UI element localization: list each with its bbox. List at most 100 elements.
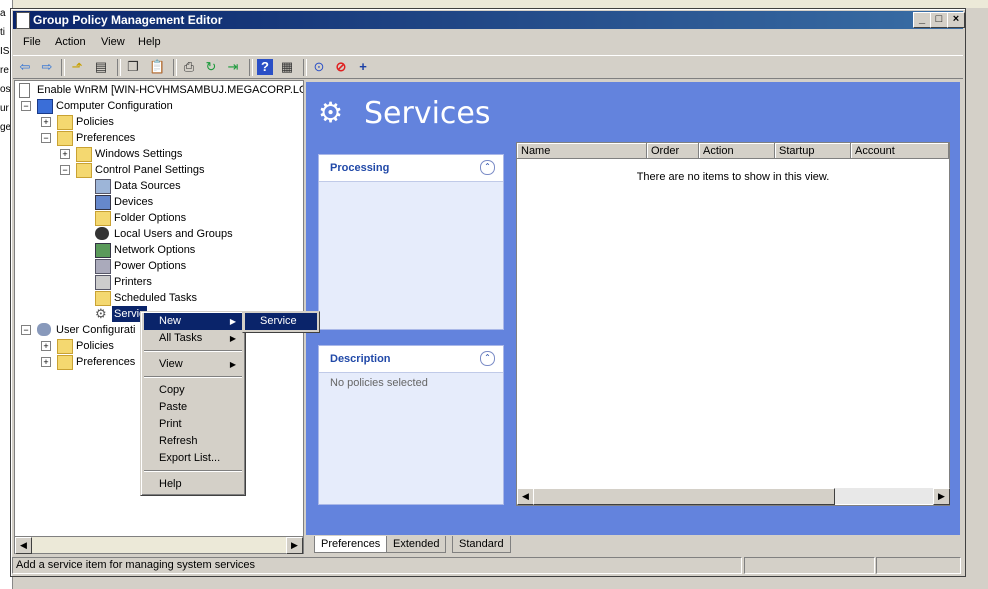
refresh-icon[interactable]: ↻ <box>203 59 219 75</box>
tree-label: Network Options <box>114 244 196 256</box>
tree-label: Printers <box>114 276 152 288</box>
help-icon[interactable]: ? <box>257 59 273 75</box>
export-icon[interactable]: ⇥ <box>225 59 241 75</box>
column-header-startup[interactable]: Startup <box>775 143 851 159</box>
menu-separator <box>144 376 242 378</box>
collapse-icon[interactable]: − <box>21 325 31 335</box>
print-icon[interactable]: ⎙ <box>181 59 197 75</box>
column-header-name[interactable]: Name <box>517 143 647 159</box>
back-icon[interactable]: ⇦ <box>17 59 33 75</box>
minimize-button[interactable]: _ <box>913 12 931 28</box>
menu-item-paste[interactable]: Paste <box>144 399 242 416</box>
menu-action[interactable]: Action <box>55 36 86 48</box>
collapse-icon[interactable]: − <box>21 101 31 111</box>
folder-icon <box>57 339 73 354</box>
computer-icon <box>37 99 53 114</box>
submenu-arrow-icon: ▶ <box>229 317 236 326</box>
gears-icon: ⚙ <box>95 306 107 321</box>
menu-item-copy[interactable]: Copy <box>144 382 242 399</box>
scroll-right-icon[interactable]: ▶ <box>933 488 950 505</box>
power-icon <box>95 259 111 274</box>
list-horizontal-scrollbar[interactable]: ◀ ▶ <box>517 488 950 505</box>
app-icon <box>16 12 30 29</box>
scroll-right-icon[interactable]: ▶ <box>286 537 303 554</box>
menu-view[interactable]: View <box>101 36 125 48</box>
expand-icon[interactable]: + <box>60 149 70 159</box>
menu-bar: File Action View Help <box>13 33 963 51</box>
collapse-icon[interactable]: − <box>41 133 51 143</box>
status-bar: Add a service item for managing system s… <box>10 556 964 574</box>
menu-item-print[interactable]: Print <box>144 416 242 433</box>
reset-icon[interactable]: ⊙ <box>311 59 327 75</box>
menu-item-service[interactable]: Service <box>245 313 317 330</box>
menu-item-new[interactable]: New ▶ <box>144 313 242 330</box>
expand-icon[interactable]: + <box>41 357 51 367</box>
view-tabs: Preferences Extended Standard <box>306 536 960 554</box>
tree-root-label: Enable WnRM [WIN-HCVHMSAMBUJ.MEGACORP.LO… <box>37 84 304 96</box>
show-hide-tree-icon[interactable]: ▤ <box>93 59 109 75</box>
column-header-account[interactable]: Account <box>851 143 949 159</box>
user-icon <box>37 323 51 336</box>
status-text: Add a service item for managing system s… <box>12 557 742 574</box>
menu-item-export-list[interactable]: Export List... <box>144 450 242 467</box>
window-title: Group Policy Management Editor <box>33 13 223 27</box>
add-icon[interactable]: + <box>355 59 371 75</box>
menu-help[interactable]: Help <box>138 36 161 48</box>
forward-icon[interactable]: ⇨ <box>39 59 55 75</box>
expand-icon[interactable]: + <box>41 341 51 351</box>
scroll-thumb[interactable] <box>533 488 835 505</box>
copy-icon[interactable]: ❐ <box>125 59 141 75</box>
close-button[interactable]: × <box>947 12 965 28</box>
expand-icon[interactable]: + <box>41 117 51 127</box>
properties-icon[interactable]: ▦ <box>279 59 295 75</box>
toolbar-separator <box>249 59 253 76</box>
menu-item-refresh[interactable]: Refresh <box>144 433 242 450</box>
processing-heading: Processing <box>330 162 390 174</box>
new-submenu: Service <box>242 311 320 333</box>
desktop-background <box>12 0 988 8</box>
tab-preferences[interactable]: Preferences <box>314 536 388 553</box>
menu-item-label: Export List... <box>159 452 221 464</box>
folder-icon <box>57 115 73 130</box>
scheduled-tasks-icon <box>95 291 111 306</box>
title-bar[interactable]: Group Policy Management Editor _ □ × <box>13 11 965 29</box>
stop-icon[interactable]: ⊘ <box>333 59 349 75</box>
gpo-icon <box>19 83 30 98</box>
menu-item-help[interactable]: Help <box>144 476 242 493</box>
collapse-icon[interactable]: − <box>60 165 70 175</box>
maximize-button[interactable]: □ <box>930 12 948 28</box>
scroll-left-icon[interactable]: ◀ <box>15 537 32 554</box>
menu-item-label: Copy <box>159 384 185 396</box>
description-text: No policies selected <box>330 377 428 389</box>
details-pane: ⚙ Services Processing ⌃ Description ⌃ No… <box>306 82 960 535</box>
status-pane-3 <box>876 557 961 574</box>
tree-label: Policies <box>76 116 114 128</box>
up-icon[interactable]: ⬏ <box>69 59 85 75</box>
status-pane-2 <box>744 557 875 574</box>
tree-label: Scheduled Tasks <box>114 292 197 304</box>
services-gears-icon: ⚙ <box>318 97 344 128</box>
tab-extended[interactable]: Extended <box>386 536 447 553</box>
menu-item-label: Service <box>260 315 297 327</box>
toolbar-separator <box>173 59 177 76</box>
menu-item-all-tasks[interactable]: All Tasks ▶ <box>144 330 242 347</box>
column-header-order[interactable]: Order <box>647 143 699 159</box>
menu-item-label: Help <box>159 478 182 490</box>
tree-label: Local Users and Groups <box>114 228 233 240</box>
column-header-action[interactable]: Action <box>699 143 775 159</box>
page-title: Services <box>364 96 491 131</box>
tree-label: Data Sources <box>114 180 181 192</box>
scroll-left-icon[interactable]: ◀ <box>517 488 534 505</box>
menu-item-view[interactable]: View ▶ <box>144 356 242 373</box>
menu-file[interactable]: File <box>23 36 41 48</box>
network-icon <box>95 243 111 258</box>
empty-list-message: There are no items to show in this view. <box>636 171 830 183</box>
tree-horizontal-scrollbar[interactable]: ◀ ▶ <box>14 536 304 554</box>
tree-label: Control Panel Settings <box>95 164 205 176</box>
collapse-chevron-icon[interactable]: ⌃ <box>480 351 495 366</box>
items-list-view: Name Order Action Startup Account There … <box>516 142 950 506</box>
menu-separator <box>144 350 242 352</box>
collapse-chevron-icon[interactable]: ⌃ <box>480 160 495 175</box>
tab-standard[interactable]: Standard <box>452 536 511 553</box>
paste-icon[interactable]: 📋 <box>149 59 165 75</box>
